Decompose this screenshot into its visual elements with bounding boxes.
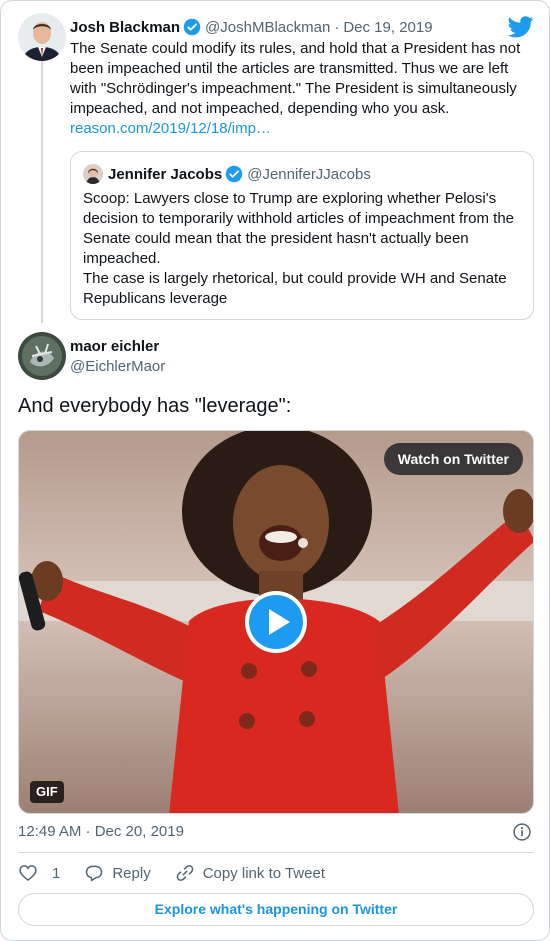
thread-connector-line xyxy=(41,61,43,323)
text-line: impeached. xyxy=(83,250,161,267)
twitter-bird-icon[interactable] xyxy=(508,16,534,38)
separator: · xyxy=(334,18,340,36)
verified-badge-icon xyxy=(183,18,201,36)
gif-media[interactable]: Watch on Twitter GIF xyxy=(18,430,534,814)
heart-icon xyxy=(19,865,37,882)
tweet-date[interactable]: Dec 19, 2019 xyxy=(343,19,432,36)
info-icon[interactable] xyxy=(512,822,532,842)
avatar[interactable] xyxy=(18,332,66,380)
author-handle[interactable]: @JoshMBlackman xyxy=(205,19,330,36)
reply-label: Reply xyxy=(112,864,151,882)
divider xyxy=(18,852,534,853)
play-icon[interactable] xyxy=(244,590,308,654)
text-line: Senate could mean that the president has… xyxy=(83,230,469,247)
text-line: The case is largely rhetorical, but coul… xyxy=(83,270,507,287)
action-bar: 1 Reply Copy link to Tweet xyxy=(18,861,349,885)
article-link[interactable]: reason.com/2019/12/18/imp… xyxy=(70,119,530,139)
reply-author-row: Josh Blackman @JoshMBlackman · Dec 19, 2… xyxy=(70,16,433,38)
quoted-author-handle: @JenniferJJacobs xyxy=(247,165,371,183)
text-line: Republicans leverage xyxy=(83,290,228,307)
reply-button[interactable]: Reply xyxy=(84,863,151,883)
reply-bubble-icon xyxy=(86,865,103,882)
avatar[interactable] xyxy=(18,13,66,61)
verified-badge-icon xyxy=(225,165,243,183)
quoted-tweet-text: Scoop: Lawyers close to Trump are explor… xyxy=(83,189,523,309)
reply-tweet-text: The Senate could modify its rules, and h… xyxy=(70,39,530,139)
avatar[interactable] xyxy=(83,164,103,184)
text-line: Scoop: Lawyers close to Trump are explor… xyxy=(83,190,497,207)
tweet-text: And everybody has "leverage": xyxy=(18,395,292,417)
text-line: The Senate could modify its rules, and h… xyxy=(70,40,521,57)
link-icon xyxy=(176,865,194,881)
watch-on-twitter-button[interactable]: Watch on Twitter xyxy=(383,443,523,475)
copy-link-button[interactable]: Copy link to Tweet xyxy=(175,863,325,883)
copy-link-label: Copy link to Tweet xyxy=(202,864,325,882)
quoted-tweet[interactable]: Jennifer Jacobs @JenniferJJacobs Scoop: … xyxy=(70,151,534,320)
text-line: with "Schrödinger's impeachment." The Pr… xyxy=(70,80,517,97)
author-name[interactable]: Josh Blackman xyxy=(70,19,180,36)
timestamp-row: 12:49 AM · Dec 20, 2019 xyxy=(18,821,534,843)
like-count: 1 xyxy=(52,864,61,882)
text-line: impeached, and not impeached, depending … xyxy=(70,100,450,117)
explore-twitter-button[interactable]: Explore what's happening on Twitter xyxy=(18,893,534,926)
timestamp[interactable]: 12:49 AM · Dec 20, 2019 xyxy=(18,823,184,840)
quoted-author-row: Jennifer Jacobs @JenniferJJacobs xyxy=(108,164,371,184)
author-handle[interactable]: @EichlerMaor xyxy=(70,357,165,377)
quoted-author-name: Jennifer Jacobs xyxy=(108,165,223,183)
gif-badge: GIF xyxy=(30,781,64,803)
author-name[interactable]: maor eichler xyxy=(70,337,165,357)
like-button[interactable]: 1 xyxy=(18,863,60,883)
text-line: been impeached until the articles are tr… xyxy=(70,60,509,77)
text-line: decision to temporarily withhold article… xyxy=(83,210,515,227)
main-author: maor eichler @EichlerMaor xyxy=(70,337,165,377)
embedded-tweet-card: Josh Blackman @JoshMBlackman · Dec 19, 2… xyxy=(0,0,550,941)
